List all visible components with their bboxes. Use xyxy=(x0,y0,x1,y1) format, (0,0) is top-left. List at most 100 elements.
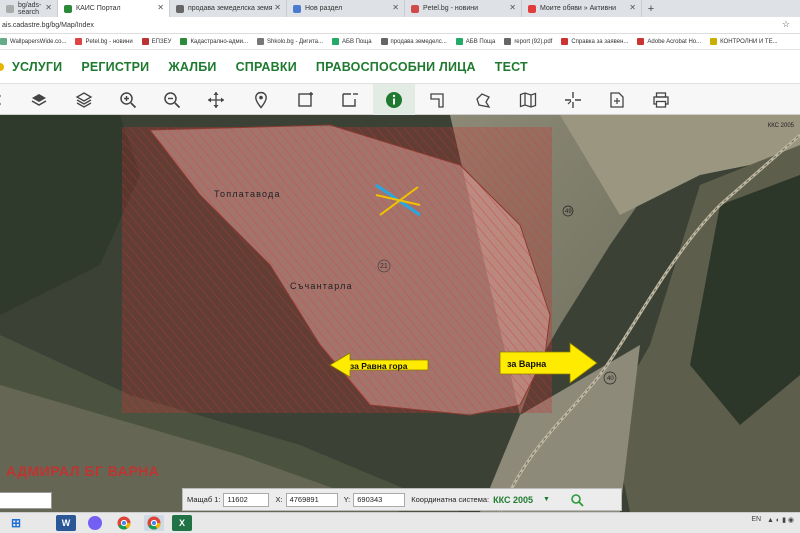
arrow-left-label: за Равна гора xyxy=(350,361,408,371)
menu-item-registers[interactable]: РЕГИСТРИ xyxy=(81,60,149,74)
tray-icons[interactable]: ▲ ◐ ▮ ◉ xyxy=(767,516,794,524)
map-icon xyxy=(519,92,537,108)
menu-item-test[interactable]: ТЕСТ xyxy=(495,60,528,74)
tool-select-area[interactable] xyxy=(294,88,318,112)
close-icon[interactable]: ✕ xyxy=(392,3,399,12)
bookmark-icon xyxy=(380,38,388,45)
bookmark-icon xyxy=(637,38,645,45)
close-icon[interactable]: ✕ xyxy=(274,3,281,12)
tool-print[interactable] xyxy=(649,88,673,112)
browser-tab-bar: bg/ads-search ✕ КАИС Портал ✕ продава земе… xyxy=(0,0,800,17)
bookmark-item[interactable]: Shkolo.bg - Дигита... xyxy=(257,38,323,45)
chrome-logo-icon xyxy=(117,516,131,530)
browser-tab-active[interactable]: КАИС Портал ✕ xyxy=(58,0,170,17)
excel-icon[interactable]: X xyxy=(172,515,192,531)
bookmark-item[interactable]: Petel.bg - новини xyxy=(75,38,133,45)
close-icon[interactable]: ✕ xyxy=(45,3,52,12)
search-button[interactable] xyxy=(570,493,584,507)
tool-partial[interactable] xyxy=(0,88,16,112)
browser-tab[interactable]: Моите обяви » Активни ✕ xyxy=(522,0,642,17)
tool-info[interactable] xyxy=(373,84,415,116)
new-tab-button[interactable]: + xyxy=(642,0,660,17)
browser-tab[interactable]: bg/ads-search ✕ xyxy=(0,0,58,17)
tool-measure-length[interactable] xyxy=(426,88,450,112)
tool-location[interactable] xyxy=(249,88,273,112)
star-icon[interactable]: ☆ xyxy=(782,19,790,30)
parcel-number: 49 xyxy=(565,209,572,215)
bookmark-item[interactable]: продава земеделс... xyxy=(380,38,447,45)
tab-favicon-icon xyxy=(176,4,184,13)
measure-area-icon xyxy=(476,93,491,108)
tool-zoom-in[interactable] xyxy=(116,88,140,112)
tool-measure-area[interactable] xyxy=(471,88,495,112)
bookmark-item[interactable]: WallpapersWide.co... xyxy=(0,38,66,45)
tool-layers-outline[interactable] xyxy=(72,88,96,112)
bookmark-icon xyxy=(332,38,339,45)
tool-layers[interactable] xyxy=(27,88,51,112)
menu-item-complaints[interactable]: ЖАЛБИ xyxy=(168,60,216,74)
close-icon[interactable]: ✕ xyxy=(157,3,164,12)
dropdown-arrow-icon[interactable]: ▼ xyxy=(543,496,550,503)
layers-icon xyxy=(31,94,47,106)
address-bar[interactable]: ais.cadastre.bg/bg/Map/Index ☆ xyxy=(0,17,800,34)
close-icon[interactable]: ✕ xyxy=(629,3,636,12)
select-area-icon xyxy=(298,92,313,107)
bookmark-item[interactable]: КОНТРОЛНИ И ТЕ... xyxy=(710,38,778,45)
menu-item-licensed-persons[interactable]: ПРАВОСПОСОБНИ ЛИЦА xyxy=(316,60,476,74)
close-icon[interactable]: ✕ xyxy=(509,3,516,12)
site-menu-bar: УСЛУГИ РЕГИСТРИ ЖАЛБИ СПРАВКИ ПРАВОСПОСО… xyxy=(0,50,800,83)
word-icon[interactable]: W xyxy=(56,515,76,531)
y-coordinate-field: 690343 xyxy=(353,492,406,507)
tool-crosshair[interactable] xyxy=(561,88,585,112)
location-pin-icon xyxy=(255,91,267,109)
satellite-map[interactable]: 21 49 40 Топлатавода Съчантарла за Равна… xyxy=(0,115,800,512)
logo-icon xyxy=(0,63,4,71)
bookmark-item[interactable]: АБВ Поща xyxy=(455,38,495,45)
tab-favicon-icon xyxy=(64,4,72,13)
pan-icon xyxy=(208,92,224,108)
scale-label: Мащаб 1: xyxy=(187,495,221,504)
bookmark-icon xyxy=(141,38,149,45)
browser-tab[interactable]: Нов раздел ✕ xyxy=(287,0,405,17)
bookmark-item[interactable]: report (92).pdf xyxy=(504,38,552,45)
print-icon xyxy=(653,92,669,108)
tool-zoom-out[interactable] xyxy=(160,88,184,112)
measure-length-icon xyxy=(430,93,444,108)
bookmark-item[interactable]: ЕПЗЕУ xyxy=(141,38,171,45)
tool-pan[interactable] xyxy=(204,88,228,112)
map-canvas[interactable]: 21 49 40 Топлатавода Съчантарла за Равна… xyxy=(0,115,800,512)
info-icon xyxy=(386,92,402,108)
menu-item-services[interactable]: УСЛУГИ xyxy=(12,60,62,74)
side-panel-stub[interactable] xyxy=(0,492,52,509)
chrome-icon[interactable] xyxy=(114,515,134,531)
tray-language[interactable]: EN xyxy=(751,516,761,524)
scale-coordinates-bar: Мащаб 1: 11602 X: 4769891 Y: 690343 Коор… xyxy=(182,488,622,511)
tool-deselect-area[interactable] xyxy=(338,88,362,112)
place-name: Топлатавода xyxy=(214,189,281,199)
zoom-in-icon xyxy=(120,92,137,109)
parcel-number: 40 xyxy=(607,376,614,382)
browser-tab[interactable]: продава земеделска земя ✕ xyxy=(170,0,287,17)
chrome-icon[interactable] xyxy=(144,515,164,531)
windows-icon[interactable]: ⊞ xyxy=(6,515,26,531)
coordinate-system-select[interactable]: ККС 2005 xyxy=(493,495,533,505)
menu-item-references[interactable]: СПРАВКИ xyxy=(236,60,297,74)
browser-tab[interactable]: Petel.bg - новини ✕ xyxy=(405,0,522,17)
x-label: X: xyxy=(275,495,283,504)
viber-icon[interactable] xyxy=(88,516,102,530)
tool-export[interactable] xyxy=(605,88,629,112)
scale-input[interactable]: 11602 xyxy=(223,492,270,507)
bookmark-icon xyxy=(504,38,512,45)
place-name: Съчантарла xyxy=(290,281,353,291)
bookmark-icon xyxy=(710,38,718,45)
bookmark-icon xyxy=(455,38,463,45)
tool-map[interactable] xyxy=(516,88,540,112)
bookmark-item[interactable]: Справка за заявен... xyxy=(561,38,628,45)
bookmark-item[interactable]: АБВ Поща xyxy=(332,38,372,45)
watermark: АДМИРАЛ БГ ВАРНА xyxy=(6,463,160,479)
bookmark-item[interactable]: Adobe Acrobat Ho... xyxy=(637,38,701,45)
url-text[interactable]: ais.cadastre.bg/bg/Map/Index xyxy=(2,22,94,29)
bookmark-item[interactable]: Кадастрално-адми... xyxy=(180,38,248,45)
chrome-logo-icon xyxy=(147,516,161,530)
coordinate-system-corner-label: ККС 2005 xyxy=(767,123,794,129)
